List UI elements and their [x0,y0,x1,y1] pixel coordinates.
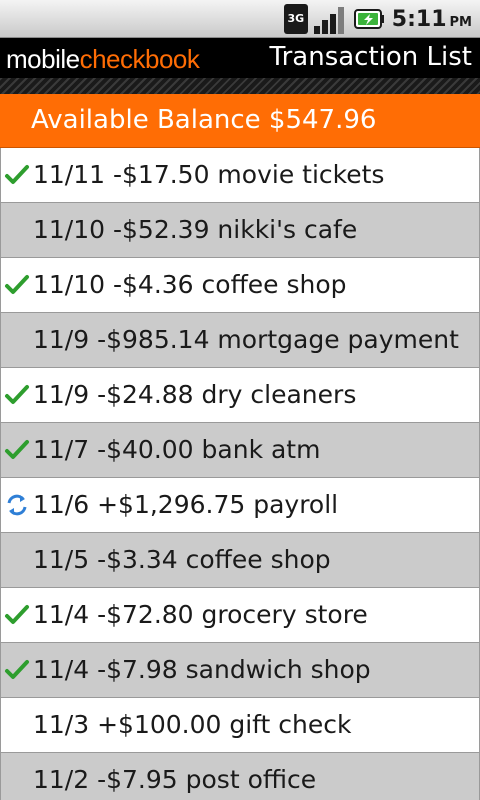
balance-amount: $547.96 [268,105,377,135]
transaction-text: 11/7 -$40.00 bank atm [33,435,321,464]
transaction-row[interactable]: 11/2 -$7.95 post office [0,753,480,800]
clock-ampm: PM [449,14,472,30]
logo-mobile-text: mobile [6,44,80,74]
transaction-text: 11/5 -$3.34 coffee shop [33,545,331,574]
transaction-text: 11/10 -$52.39 nikki's cafe [33,215,358,244]
status-bar: 3G 5:11 PM [0,0,480,38]
transaction-text: 11/3 +$100.00 gift check [33,710,352,739]
transaction-row[interactable]: 11/10 -$52.39 nikki's cafe [0,203,480,258]
transaction-list[interactable]: 11/11 -$17.50 movie tickets 11/10 -$52.39… [0,148,480,800]
transaction-row[interactable]: 11/4 -$72.80 grocery store [0,588,480,643]
checkmark-icon [4,602,30,628]
transaction-row[interactable]: 11/11 -$17.50 movie tickets [0,148,480,203]
transaction-text: 11/4 -$72.80 grocery store [33,600,368,629]
balance-label: Available Balance [31,105,261,135]
transaction-row[interactable]: 11/3 +$100.00 gift check [0,698,480,753]
available-balance-bar[interactable]: Available Balance $547.96 [0,94,480,148]
checkmark-icon [4,272,30,298]
status-clock: 5:11 PM [392,7,472,32]
header-divider-strip [0,78,480,94]
transaction-text: 11/9 -$985.14 mortgage payment [33,325,459,354]
transaction-text: 11/11 -$17.50 movie tickets [33,160,385,189]
logo-checkbook-text: checkbook [79,44,200,74]
app-logo: mobilecheckbook [6,44,200,75]
screen-title: Transaction List [269,42,472,72]
battery-charging-icon [353,8,386,30]
checkmark-icon [4,437,30,463]
transaction-row[interactable]: 11/4 -$7.98 sandwich shop [0,643,480,698]
transaction-row[interactable]: 11/5 -$3.34 coffee shop [0,533,480,588]
transaction-row[interactable]: 11/7 -$40.00 bank atm [0,423,480,478]
signal-strength-icon [313,4,348,34]
transaction-row[interactable]: 11/9 -$24.88 dry cleaners [0,368,480,423]
title-bar: mobilecheckbook Transaction List [0,38,480,78]
checkmark-icon [4,162,30,188]
clock-time: 5:11 [391,6,447,32]
checkmark-icon [4,382,30,408]
transaction-text: 11/4 -$7.98 sandwich shop [33,655,371,684]
available-balance-text: Available Balance $547.96 [31,105,376,135]
transaction-text: 11/2 -$7.95 post office [33,765,317,794]
transaction-row[interactable]: 11/9 -$985.14 mortgage payment [0,313,480,368]
transaction-row[interactable]: 11/10 -$4.36 coffee shop [0,258,480,313]
app-screen: 3G 5:11 PM mobilecheckbook Transaction L… [0,0,480,800]
status-icons: 3G 5:11 PM [283,0,472,38]
transaction-text: 11/6 +$1,296.75 payroll [33,490,339,519]
3g-network-icon: 3G [283,4,308,34]
transaction-text: 11/9 -$24.88 dry cleaners [33,380,357,409]
transaction-row[interactable]: 11/6 +$1,296.75 payroll [0,478,480,533]
transaction-text: 11/10 -$4.36 coffee shop [33,270,347,299]
network-badge-label: 3G [287,12,305,25]
sync-icon [4,492,30,518]
checkmark-icon [4,657,30,683]
